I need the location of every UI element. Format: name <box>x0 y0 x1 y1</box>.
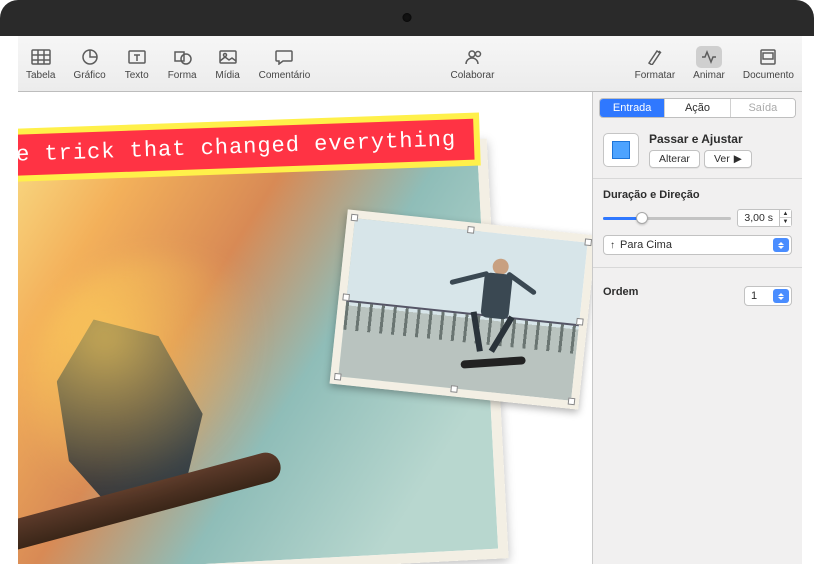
resize-handle[interactable] <box>450 385 458 393</box>
main-toolbar: Tabela Gráfico Texto Forma Mídia <box>18 36 802 92</box>
order-title: Ordem <box>603 286 638 298</box>
change-effect-button[interactable]: Alterar <box>649 150 700 168</box>
slide-canvas[interactable]: e trick that changed everything <box>18 92 592 564</box>
toolbar-grafico[interactable]: Gráfico <box>73 46 105 81</box>
toolbar-texto[interactable]: Texto <box>124 46 150 81</box>
camera-dot <box>403 13 412 22</box>
toolbar-colaborar-label: Colaborar <box>451 70 495 81</box>
effect-name: Passar e Ajustar <box>649 132 752 146</box>
toolbar-midia[interactable]: Mídia <box>215 46 241 81</box>
toolbar-documento-label: Documento <box>743 70 794 81</box>
preview-button[interactable]: Ver▶ <box>704 150 752 168</box>
shape-icon <box>169 46 195 68</box>
toolbar-forma[interactable]: Forma <box>168 46 197 81</box>
toolbar-forma-label: Forma <box>168 70 197 81</box>
toolbar-texto-label: Texto <box>125 70 149 81</box>
toolbar-tabela[interactable]: Tabela <box>26 46 55 81</box>
resize-handle[interactable] <box>568 397 576 405</box>
toolbar-formatar[interactable]: Formatar <box>635 46 676 81</box>
toolbar-tabela-label: Tabela <box>26 70 55 81</box>
order-dropdown[interactable]: 1 <box>744 286 792 306</box>
toolbar-comentario[interactable]: Comentário <box>259 46 311 81</box>
stepper-down-icon[interactable]: ▼ <box>780 218 791 226</box>
title-text: e trick that changed everything <box>18 127 457 167</box>
direction-value: Para Cima <box>620 239 672 251</box>
arrow-up-icon: ↑ <box>610 240 615 251</box>
comment-icon <box>271 46 297 68</box>
collaborate-icon <box>459 46 485 68</box>
toolbar-colaborar[interactable]: Colaborar <box>451 46 495 81</box>
chart-icon <box>77 46 103 68</box>
direction-dropdown[interactable]: ↑ Para Cima <box>603 235 792 255</box>
tab-acao[interactable]: Ação <box>665 99 730 117</box>
stepper-up-icon[interactable]: ▲ <box>780 210 791 218</box>
duration-slider[interactable] <box>603 211 731 225</box>
order-value: 1 <box>751 290 757 302</box>
duration-value[interactable]: 3,00 s <box>737 209 780 227</box>
resize-handle[interactable] <box>351 214 359 222</box>
play-icon: ▶ <box>734 153 742 165</box>
toolbar-documento[interactable]: Documento <box>743 46 794 81</box>
toolbar-grafico-label: Gráfico <box>73 70 105 81</box>
animate-inspector: Entrada Ação Saída Passar e Ajustar Alte… <box>592 92 802 564</box>
toolbar-midia-label: Mídia <box>215 70 239 81</box>
animation-tabs: Entrada Ação Saída <box>599 98 796 118</box>
table-icon <box>28 46 54 68</box>
tab-saida[interactable]: Saída <box>731 99 795 117</box>
toolbar-animar-label: Animar <box>693 70 725 81</box>
duration-stepper[interactable]: 3,00 s ▲▼ <box>737 209 792 227</box>
effect-thumbnail <box>603 133 639 167</box>
chevron-updown-icon <box>773 238 789 252</box>
resize-handle[interactable] <box>576 317 584 325</box>
tab-entrada[interactable]: Entrada <box>600 99 665 117</box>
resize-handle[interactable] <box>467 226 475 234</box>
chevron-updown-icon <box>773 289 789 303</box>
media-icon <box>215 46 241 68</box>
resize-handle[interactable] <box>584 238 592 246</box>
resize-handle[interactable] <box>342 293 350 301</box>
duration-title: Duração e Direção <box>603 189 792 201</box>
document-icon <box>755 46 781 68</box>
animate-icon <box>696 46 722 68</box>
toolbar-animar[interactable]: Animar <box>693 46 725 81</box>
format-icon <box>642 46 668 68</box>
resize-handle[interactable] <box>334 373 342 381</box>
toolbar-formatar-label: Formatar <box>635 70 676 81</box>
text-icon <box>124 46 150 68</box>
photo-small-selected[interactable] <box>330 209 592 409</box>
toolbar-comentario-label: Comentário <box>259 70 311 81</box>
